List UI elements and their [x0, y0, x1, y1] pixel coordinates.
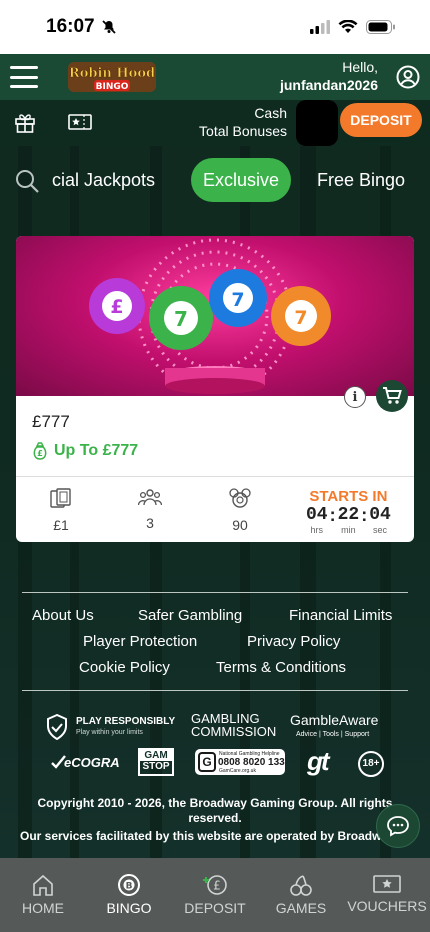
tab-special-jackpots[interactable]: cial Jackpots — [52, 158, 155, 202]
prize-text: Up To £777 — [54, 442, 139, 459]
game-banner-image: £ 7 7 7 — [16, 236, 414, 396]
game-card[interactable]: £ 7 7 7 i £777 £ Up To £777 £1 3 90 STAR… — [16, 236, 414, 542]
account-icon[interactable] — [396, 65, 420, 89]
footer-divider — [22, 592, 408, 593]
svg-text:£: £ — [110, 296, 123, 318]
footer-link-terms-conditions[interactable]: Terms & Conditions — [216, 659, 346, 676]
gambling-commission-logo[interactable]: GAMBLING COMMISSION — [191, 712, 281, 739]
countdown-seconds: 04 — [369, 505, 391, 525]
deposit-icon: £ — [203, 875, 227, 895]
svg-text:£: £ — [213, 879, 221, 893]
user-greeting: Hello, junfandan2026 — [280, 58, 378, 94]
robin-hood-bingo-logo[interactable]: Robin Hood BINGO — [66, 59, 158, 95]
search-icon[interactable] — [14, 168, 40, 194]
tickets-icon — [50, 488, 71, 508]
gt-logo[interactable]: gt — [307, 746, 330, 777]
players-stat: 3 — [120, 488, 180, 531]
app-header: Robin Hood BINGO Hello, junfandan2026 — [0, 54, 430, 100]
svg-text:£: £ — [37, 449, 43, 458]
gift-icon[interactable] — [14, 111, 36, 133]
svg-text:BINGO: BINGO — [96, 82, 129, 92]
balance-bar: Cash Total Bonuses DEPOSIT — [0, 100, 430, 147]
redacted-balance — [296, 100, 338, 146]
player-count: 3 — [146, 515, 154, 531]
footer-link-safer-gambling[interactable]: Safer Gambling — [138, 607, 242, 624]
footer-link-cookie-policy[interactable]: Cookie Policy — [79, 659, 170, 676]
nav-vouchers[interactable]: VOUCHERS — [344, 858, 430, 932]
gambleaware-logo[interactable]: GambleAware Advice | Tools | Support — [290, 712, 390, 738]
bingo-balls: £ 7 7 7 — [89, 269, 331, 350]
ticket-price: £1 — [53, 517, 69, 533]
bottom-navigation: HOME B BINGO £ DEPOSIT GAMES VOUCHERS — [0, 858, 430, 932]
countdown-hours: 04 — [306, 505, 328, 525]
svg-text:7: 7 — [294, 307, 307, 329]
svg-text:B: B — [126, 882, 133, 892]
cherries-icon — [290, 875, 312, 896]
voucher-ticket-icon[interactable] — [68, 113, 92, 131]
deposit-button[interactable]: DEPOSIT — [340, 103, 422, 137]
nav-bingo[interactable]: B BINGO — [86, 858, 172, 932]
info-button[interactable]: i — [344, 386, 366, 408]
game-title: £777 — [32, 412, 70, 431]
live-chat-button[interactable] — [376, 804, 420, 848]
prize-amount: £ Up To £777 — [32, 442, 138, 460]
chat-bubble-icon — [387, 816, 409, 837]
copyright-text: Copyright 2010 - 2026, the Broadway Gami… — [20, 796, 410, 844]
age-restriction-badge: 18+ — [358, 751, 384, 777]
svg-text:Robin Hood: Robin Hood — [69, 66, 155, 81]
countdown-minutes: 22 — [337, 505, 360, 525]
status-bar: 16:07 — [0, 0, 430, 54]
starts-in-label: STARTS IN — [309, 488, 388, 505]
home-icon — [33, 874, 53, 896]
ticket-icon — [373, 875, 401, 893]
silent-bell-icon — [101, 20, 116, 34]
start-countdown: STARTS IN 04 hrs : 22 min : 04 sec — [306, 488, 391, 535]
footer-link-about-us[interactable]: About Us — [32, 607, 94, 624]
battery-icon — [366, 20, 395, 34]
footer-link-privacy-policy[interactable]: Privacy Policy — [247, 633, 340, 650]
username: junfandan2026 — [279, 77, 378, 93]
svg-text:7: 7 — [231, 289, 244, 311]
buy-tickets-button[interactable] — [376, 380, 408, 412]
balance-labels: Cash Total Bonuses — [199, 104, 287, 140]
cart-icon — [383, 387, 402, 404]
bingo-ball-icon: B — [118, 874, 140, 896]
players-icon — [137, 489, 163, 506]
ball-type-stat: 90 — [210, 488, 270, 533]
bingo-balls-icon — [229, 488, 251, 508]
status-time: 16:07 — [46, 16, 95, 37]
tab-exclusive[interactable]: Exclusive — [191, 158, 292, 202]
greeting-text: Hello, — [342, 59, 378, 75]
shield-check-icon — [47, 714, 67, 740]
cash-label: Cash — [254, 105, 287, 121]
nav-deposit[interactable]: £ DEPOSIT — [172, 858, 258, 932]
footer-link-player-protection[interactable]: Player Protection — [83, 633, 197, 650]
gamstop-logo[interactable]: GAM STOP — [138, 748, 174, 776]
wifi-icon — [338, 20, 358, 33]
svg-text:7: 7 — [174, 307, 188, 331]
signal-icon — [310, 20, 330, 34]
category-tabs: cial Jackpots Exclusive Free Bingo — [0, 158, 430, 204]
nav-games[interactable]: GAMES — [258, 858, 344, 932]
operator-text: Our services facilitated by this website… — [20, 829, 410, 843]
tab-free-bingo[interactable]: Free Bingo — [317, 158, 405, 202]
total-bonuses-label: Total Bonuses — [199, 123, 287, 139]
footer-divider — [22, 690, 408, 691]
gamcare-helpline-logo[interactable]: G National Gambling Helpline 0808 8020 1… — [195, 749, 285, 775]
nav-home[interactable]: HOME — [0, 858, 86, 932]
money-bag-icon: £ — [33, 442, 47, 460]
hamburger-menu-button[interactable] — [10, 66, 38, 88]
footer-link-financial-limits[interactable]: Financial Limits — [289, 607, 392, 624]
ticket-price-stat: £1 — [31, 488, 91, 533]
ball-type: 90 — [232, 517, 248, 533]
